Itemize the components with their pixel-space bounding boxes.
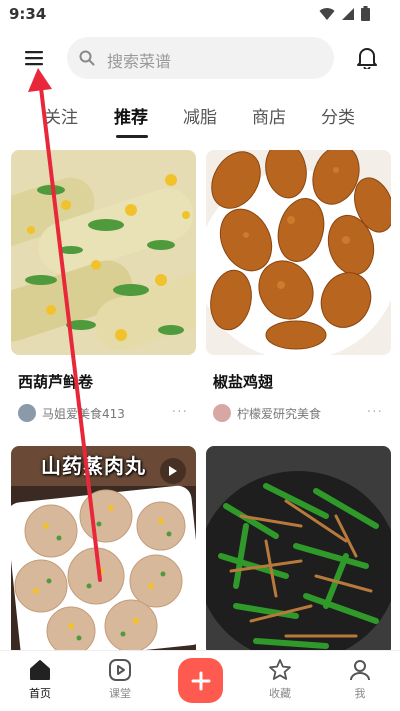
status-bar: 9:34 [0,0,400,30]
home-icon [30,660,50,680]
bell-icon [357,48,377,69]
nav-class-label: 课堂 [109,687,131,700]
recipe-title[interactable]: 椒盐鸡翅 [206,371,391,392]
author-name[interactable]: 柠檬爱研究美食 [237,405,321,422]
more-icon[interactable]: ··· [172,404,188,420]
active-tab-indicator [116,135,148,138]
search-icon [79,50,95,66]
menu-icon [25,51,43,66]
recipe-image[interactable] [11,150,196,355]
nav-collect[interactable]: 收藏 [250,658,310,701]
star-icon [269,659,291,680]
top-bar: 搜索菜谱 [0,36,400,80]
recipe-card[interactable]: 西葫芦鲜卷 马姐爱美食413 ··· [11,150,196,423]
recipe-meta: 柠檬爱研究美食 ··· [206,403,391,423]
tab-store[interactable]: 商店 [252,103,286,128]
nav-home-label: 首页 [29,687,51,700]
recipe-card[interactable]: 山药蒸肉丸 [11,446,196,650]
nav-me-label: 我 [354,687,366,700]
avatar[interactable] [18,404,36,422]
recipe-image[interactable] [206,446,391,650]
recipe-image[interactable]: 山药蒸肉丸 [11,446,196,650]
tab-recommend[interactable]: 推荐 [114,103,148,128]
battery-icon [361,6,370,21]
plus-icon [191,671,210,690]
wifi-icon [319,7,335,20]
recipe-card[interactable] [206,446,391,650]
search-input[interactable]: 搜索菜谱 [67,37,334,79]
recipe-feed[interactable]: 西葫芦鲜卷 马姐爱美食413 ··· 椒盐鸡翅 柠檬爱研究美食 ··· 山药蒸肉… [0,150,400,650]
category-tabs: 关注 推荐 减脂 商店 分类 [0,100,400,140]
recipe-meta: 马姐爱美食413 ··· [11,403,196,423]
video-overlay-title: 山药蒸肉丸 [41,454,146,478]
tab-category[interactable]: 分类 [321,103,355,128]
bottom-nav: 首页 课堂 收藏 我 [0,650,400,711]
tab-diet[interactable]: 减脂 [183,103,217,128]
status-time: 9:34 [9,5,47,23]
video-play-badge [160,458,186,484]
user-icon [350,660,370,681]
menu-button[interactable] [20,44,48,72]
status-icons [319,6,370,21]
recipe-card[interactable]: 椒盐鸡翅 柠檬爱研究美食 ··· [206,150,391,423]
nav-class[interactable]: 课堂 [90,658,150,701]
play-square-icon [109,659,131,681]
add-recipe-button[interactable] [178,658,223,703]
signal-icon [342,7,354,20]
nav-collect-label: 收藏 [269,687,291,700]
notification-button[interactable] [354,45,380,71]
tab-follow[interactable]: 关注 [44,103,78,128]
nav-home[interactable]: 首页 [10,658,70,701]
recipe-title[interactable]: 西葫芦鲜卷 [11,371,196,392]
nav-me[interactable]: 我 [330,658,390,701]
search-placeholder: 搜索菜谱 [107,52,172,71]
more-icon[interactable]: ··· [367,404,383,420]
recipe-image[interactable] [206,150,391,355]
avatar[interactable] [213,404,231,422]
author-name[interactable]: 马姐爱美食413 [42,405,125,422]
play-icon [169,466,177,476]
